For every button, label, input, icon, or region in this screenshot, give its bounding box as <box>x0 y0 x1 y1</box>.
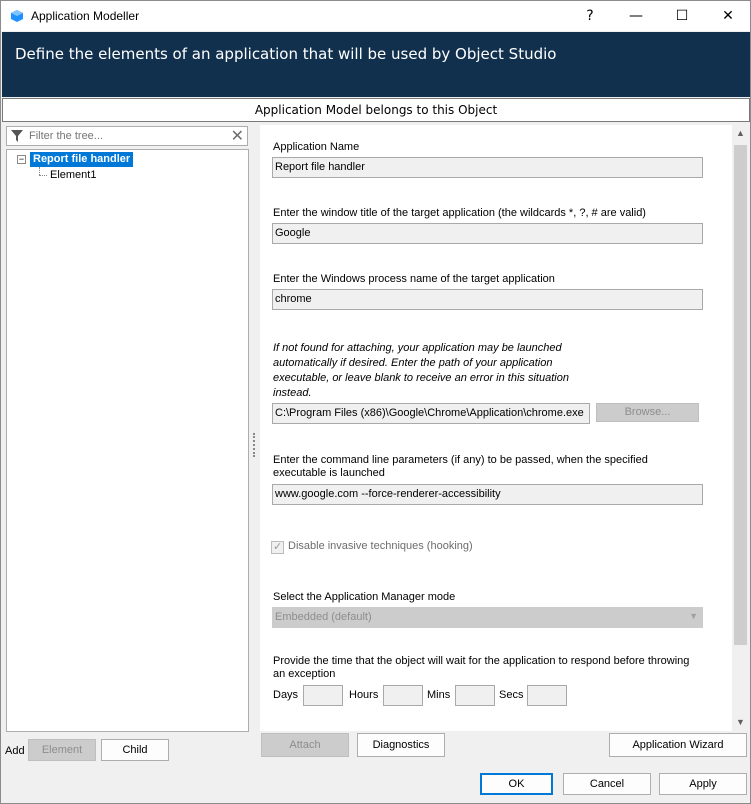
app-icon <box>11 10 23 22</box>
title-bar: Application Modeller ? — ☐ ✕ <box>1 1 750 31</box>
filter-icon <box>11 130 23 142</box>
header-banner: Define the elements of an application th… <box>2 32 750 97</box>
ok-button[interactable]: OK <box>480 773 553 795</box>
launch-hint-line-1: If not found for attaching, your applica… <box>273 342 562 354</box>
checkmark-icon: ✓ <box>273 541 283 553</box>
application-wizard-button[interactable]: Application Wizard <box>609 733 747 757</box>
launch-hint-line-2: automatically if desired. Enter the path… <box>273 357 553 369</box>
manager-mode-value: Embedded (default) <box>275 611 372 623</box>
params-label-line-1: Enter the command line parameters (if an… <box>273 454 648 466</box>
application-properties-form: Application Name Report file handler Ent… <box>260 125 732 731</box>
secs-label: Secs <box>499 689 524 701</box>
scroll-down-icon[interactable]: ▼ <box>732 714 749 731</box>
minimize-button[interactable]: — <box>613 1 659 31</box>
app-name-field[interactable]: Report file handler <box>272 157 703 178</box>
secs-field[interactable] <box>527 685 567 706</box>
attach-button[interactable]: Attach <box>261 733 349 757</box>
executable-path-field[interactable]: C:\Program Files (x86)\Google\Chrome\App… <box>272 403 590 424</box>
apply-button[interactable]: Apply <box>659 773 747 795</box>
mins-field[interactable] <box>455 685 495 706</box>
disable-invasive-checkbox[interactable]: ✓ <box>271 541 284 554</box>
mins-label: Mins <box>427 689 451 701</box>
hours-label: Hours <box>349 689 379 701</box>
scrollbar-thumb[interactable] <box>734 145 747 645</box>
tree-connector <box>39 175 47 176</box>
chevron-down-icon: ▼ <box>689 611 698 621</box>
add-element-button[interactable]: Element <box>28 739 96 761</box>
disable-invasive-label: Disable invasive techniques (hooking) <box>288 540 473 552</box>
window-title: Application Modeller <box>31 9 140 23</box>
tree-connector <box>39 167 40 175</box>
splitter-grip[interactable] <box>253 433 255 457</box>
window-title-label: Enter the window title of the target app… <box>273 207 646 219</box>
element-tree[interactable]: − Report file handler Element1 <box>6 149 249 732</box>
browse-button[interactable]: Browse... <box>596 403 699 422</box>
days-field[interactable] <box>303 685 343 706</box>
timeout-label-line-1: Provide the time that the object will wa… <box>273 655 690 667</box>
manager-mode-select[interactable]: Embedded (default) ▼ <box>272 607 703 628</box>
window-title-field[interactable]: Google <box>272 223 703 244</box>
tree-node-root[interactable]: Report file handler <box>30 152 134 167</box>
maximize-button[interactable]: ☐ <box>659 1 705 31</box>
tree-node-element1[interactable]: Element1 <box>50 169 96 182</box>
diagnostics-button[interactable]: Diagnostics <box>357 733 445 757</box>
cancel-button[interactable]: Cancel <box>563 773 651 795</box>
manager-mode-label: Select the Application Manager mode <box>273 591 456 603</box>
hours-field[interactable] <box>383 685 423 706</box>
collapse-icon[interactable]: − <box>17 155 26 164</box>
launch-hint-line-4: instead. <box>273 387 312 399</box>
process-name-field[interactable]: chrome <box>272 289 703 310</box>
close-button[interactable]: ✕ <box>705 1 751 31</box>
command-line-params-field[interactable]: www.google.com --force-renderer-accessib… <box>272 484 703 505</box>
help-button[interactable]: ? <box>567 1 613 31</box>
days-label: Days <box>273 689 299 701</box>
form-scrollbar[interactable]: ▲ ▼ <box>732 125 749 731</box>
add-label: Add <box>5 745 25 757</box>
application-modeller-window: Application Modeller ? — ☐ ✕ Define the … <box>0 0 751 804</box>
app-name-label: Application Name <box>273 141 360 153</box>
belongs-to-object-bar[interactable]: Application Model belongs to this Object <box>2 98 750 122</box>
process-name-label: Enter the Windows process name of the ta… <box>273 273 555 285</box>
timeout-label-line-2: an exception <box>273 668 336 680</box>
params-label-line-2: executable is launched <box>273 467 385 479</box>
add-child-button[interactable]: Child <box>101 739 169 761</box>
clear-filter-icon[interactable]: ✕ <box>231 127 244 145</box>
launch-hint-line-3: executable, or leave blank to receive an… <box>273 372 569 384</box>
tree-filter-input[interactable] <box>27 128 227 144</box>
tree-filter[interactable]: ✕ <box>6 126 248 146</box>
scroll-up-icon[interactable]: ▲ <box>732 125 749 142</box>
